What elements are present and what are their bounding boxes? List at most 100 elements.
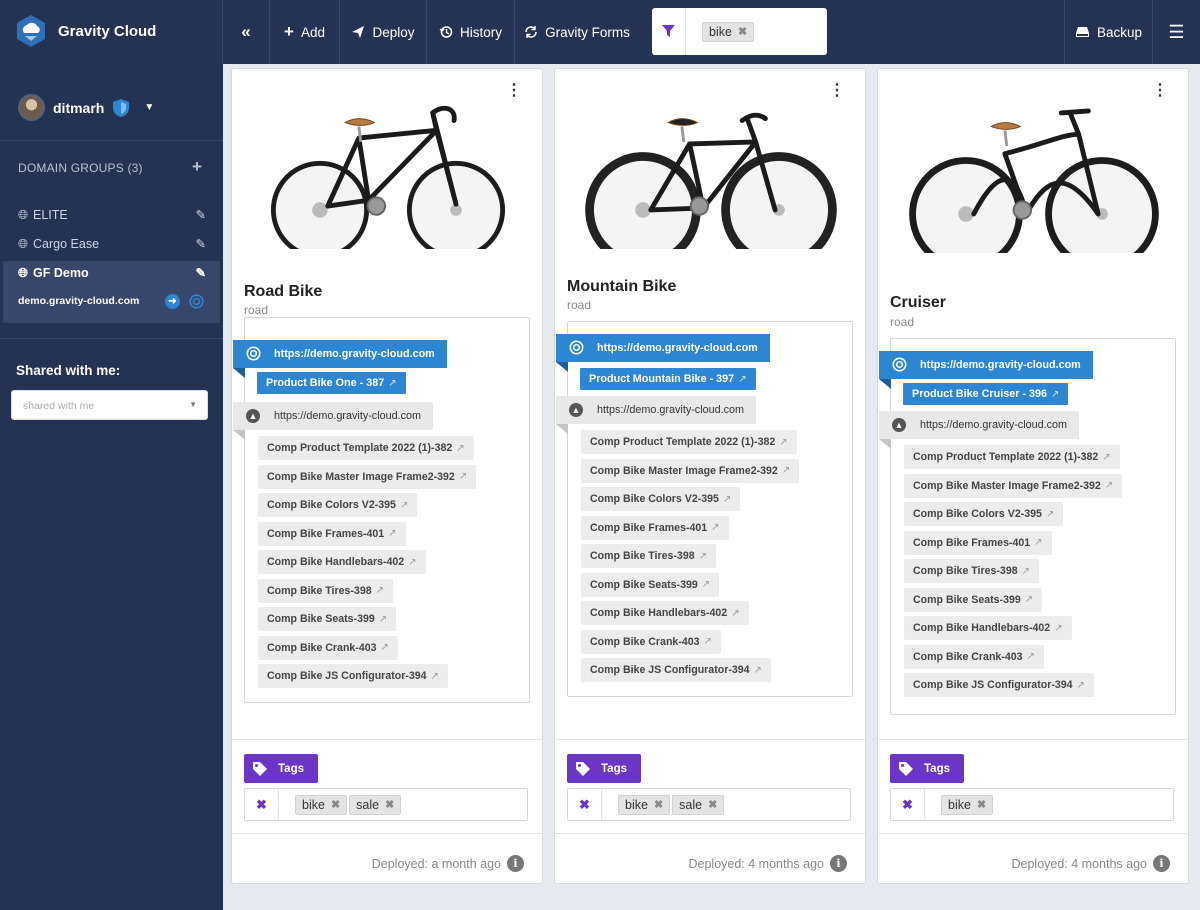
- plus-icon: +: [284, 22, 294, 41]
- remove-tag-icon[interactable]: ✖: [654, 798, 663, 811]
- component-link[interactable]: Comp Product Template 2022 (1)-382 ↗: [258, 436, 474, 460]
- tag-input[interactable]: ✖ bike ✖ sale ✖: [567, 788, 851, 821]
- external-link-icon: ↗: [711, 522, 720, 533]
- remove-filter-icon[interactable]: ✖: [738, 25, 747, 38]
- component-link[interactable]: Comp Bike Colors V2-395 ↗: [904, 502, 1064, 526]
- kebab-menu-icon[interactable]: ⋮: [506, 83, 522, 99]
- tag-chip[interactable]: sale ✖: [672, 794, 725, 815]
- tag-chip[interactable]: bike ✖: [618, 794, 671, 815]
- add-group-icon[interactable]: +: [192, 157, 202, 177]
- add-button[interactable]: + Add: [269, 0, 339, 64]
- tag-chip[interactable]: bike ✖: [941, 794, 994, 815]
- clear-tags-icon[interactable]: ✖: [891, 789, 925, 820]
- component-link[interactable]: Comp Bike Colors V2-395 ↗: [258, 493, 418, 517]
- filter-icon[interactable]: [652, 8, 686, 55]
- info-icon[interactable]: i: [1153, 855, 1170, 872]
- tag-input[interactable]: ✖ bike ✖: [890, 788, 1174, 821]
- edit-icon[interactable]: ✎: [196, 236, 206, 251]
- remove-tag-icon[interactable]: ✖: [331, 798, 340, 811]
- component-link[interactable]: Comp Bike Colors V2-395 ↗: [581, 487, 741, 511]
- info-icon[interactable]: i: [830, 855, 847, 872]
- divider: [0, 338, 223, 339]
- gravity-forms-button[interactable]: Gravity Forms: [514, 0, 639, 64]
- info-icon[interactable]: i: [507, 855, 524, 872]
- secondary-url-ribbon[interactable]: ▲ https://demo.gravity-cloud.com: [879, 411, 1080, 449]
- product-link[interactable]: Product Bike One - 387 ↗: [257, 372, 406, 394]
- arrow-up-circle-icon: ▲: [892, 418, 906, 432]
- edit-icon[interactable]: ✎: [196, 207, 206, 222]
- component-link[interactable]: Comp Bike Handlebars-402 ↗: [258, 550, 426, 574]
- username: ditmarh: [53, 99, 105, 116]
- component-link[interactable]: Comp Bike Frames-401 ↗: [581, 515, 729, 540]
- group-item-gf-demo[interactable]: 🌐︎ GF Demo ✎: [0, 259, 223, 287]
- component-link[interactable]: Comp Bike Seats-399 ↗: [581, 572, 720, 597]
- component-link[interactable]: Comp Bike Tires-398 ↗: [904, 559, 1039, 583]
- component-link[interactable]: Comp Bike Crank-403 ↗: [904, 644, 1044, 669]
- remove-tag-icon[interactable]: ✖: [708, 798, 717, 811]
- tag-filter[interactable]: bike ✖: [652, 8, 827, 55]
- secondary-url-ribbon[interactable]: ▲ https://demo.gravity-cloud.com: [233, 402, 434, 440]
- component-link[interactable]: Comp Bike Seats-399 ↗: [904, 587, 1043, 612]
- component-link[interactable]: Comp Bike JS Configurator-394 ↗: [904, 673, 1094, 697]
- tag-chip[interactable]: sale ✖: [349, 794, 402, 815]
- card-subtitle: road: [244, 303, 269, 317]
- component-label: Comp Bike Master Image Frame2-392: [267, 470, 455, 483]
- shield-icon: [113, 98, 130, 117]
- secondary-url-ribbon[interactable]: ▲ https://demo.gravity-cloud.com: [556, 396, 757, 434]
- user-menu[interactable]: ditmarh ▼: [18, 94, 154, 121]
- remove-tag-icon[interactable]: ✖: [977, 798, 986, 811]
- component-link[interactable]: Comp Bike Master Image Frame2-392 ↗: [904, 473, 1123, 498]
- kebab-menu-icon[interactable]: ⋮: [1152, 83, 1168, 99]
- primary-url-ribbon[interactable]: https://demo.gravity-cloud.com: [879, 351, 1093, 389]
- external-link-icon: ↗: [456, 442, 465, 454]
- component-link[interactable]: Comp Bike Frames-401 ↗: [904, 530, 1052, 555]
- clear-tags-icon[interactable]: ✖: [245, 789, 279, 820]
- component-link[interactable]: Comp Bike Tires-398 ↗: [581, 544, 716, 568]
- tag-label: bike: [948, 797, 971, 812]
- history-button[interactable]: History: [426, 0, 514, 64]
- component-link[interactable]: Comp Bike Master Image Frame2-392 ↗: [581, 458, 800, 483]
- external-link-icon: ↗: [1034, 537, 1043, 548]
- component-label: Comp Bike Tires-398: [590, 550, 695, 562]
- target-icon[interactable]: [189, 294, 204, 309]
- external-link-icon: ↗: [779, 436, 788, 448]
- remove-tag-icon[interactable]: ✖: [385, 798, 394, 811]
- collapse-sidebar-button[interactable]: «: [222, 0, 269, 64]
- domain-item[interactable]: demo.gravity-cloud.com ➜: [0, 287, 223, 315]
- component-link[interactable]: Comp Bike JS Configurator-394 ↗: [258, 664, 448, 688]
- tag-input[interactable]: ✖ bike ✖ sale ✖: [244, 788, 528, 821]
- menu-button[interactable]: ☰: [1152, 0, 1200, 64]
- component-link[interactable]: Comp Bike Seats-399 ↗: [258, 607, 397, 631]
- product-link[interactable]: Product Bike Cruiser - 396 ↗: [903, 383, 1069, 405]
- primary-url-ribbon[interactable]: https://demo.gravity-cloud.com: [556, 334, 770, 372]
- divider: [0, 140, 223, 141]
- component-link[interactable]: Comp Product Template 2022 (1)-382 ↗: [581, 430, 797, 454]
- group-item-elite[interactable]: 🌐︎ ELITE ✎: [0, 201, 223, 229]
- tags-button[interactable]: Tags: [567, 754, 641, 783]
- component-link[interactable]: Comp Bike Handlebars-402 ↗: [904, 616, 1072, 640]
- kebab-menu-icon[interactable]: ⋮: [829, 83, 845, 99]
- tag-chip[interactable]: bike ✖: [295, 794, 348, 815]
- component-link[interactable]: Comp Bike Crank-403 ↗: [258, 635, 398, 660]
- component-link[interactable]: Comp Product Template 2022 (1)-382 ↗: [904, 445, 1120, 469]
- backup-button[interactable]: Backup: [1064, 0, 1152, 64]
- filter-chip[interactable]: bike ✖: [702, 21, 755, 42]
- component-link[interactable]: Comp Bike Tires-398 ↗: [258, 578, 393, 603]
- component-link[interactable]: Comp Bike Handlebars-402 ↗: [581, 601, 749, 625]
- tags-button[interactable]: Tags: [244, 754, 318, 783]
- edit-icon[interactable]: ✎: [196, 265, 206, 280]
- clear-tags-icon[interactable]: ✖: [568, 789, 602, 820]
- shared-with-me-select[interactable]: shared with me ▼: [11, 390, 208, 420]
- component-link[interactable]: Comp Bike JS Configurator-394 ↗: [581, 658, 771, 682]
- product-link[interactable]: Product Mountain Bike - 397 ↗: [580, 368, 756, 390]
- component-link[interactable]: Comp Bike Frames-401 ↗: [258, 521, 406, 546]
- group-item-cargo-ease[interactable]: 🌐︎ Cargo Ease ✎: [0, 230, 223, 258]
- component-link[interactable]: Comp Bike Crank-403 ↗: [581, 629, 721, 654]
- caret-down-icon[interactable]: ▼: [144, 102, 154, 113]
- brand[interactable]: Gravity Cloud: [14, 13, 156, 49]
- component-link[interactable]: Comp Bike Master Image Frame2-392 ↗: [258, 464, 477, 489]
- deploy-button[interactable]: Deploy: [339, 0, 426, 64]
- tags-button[interactable]: Tags: [890, 754, 964, 783]
- arrow-right-circle-icon[interactable]: ➜: [165, 294, 180, 309]
- primary-url-ribbon[interactable]: https://demo.gravity-cloud.com: [233, 340, 447, 378]
